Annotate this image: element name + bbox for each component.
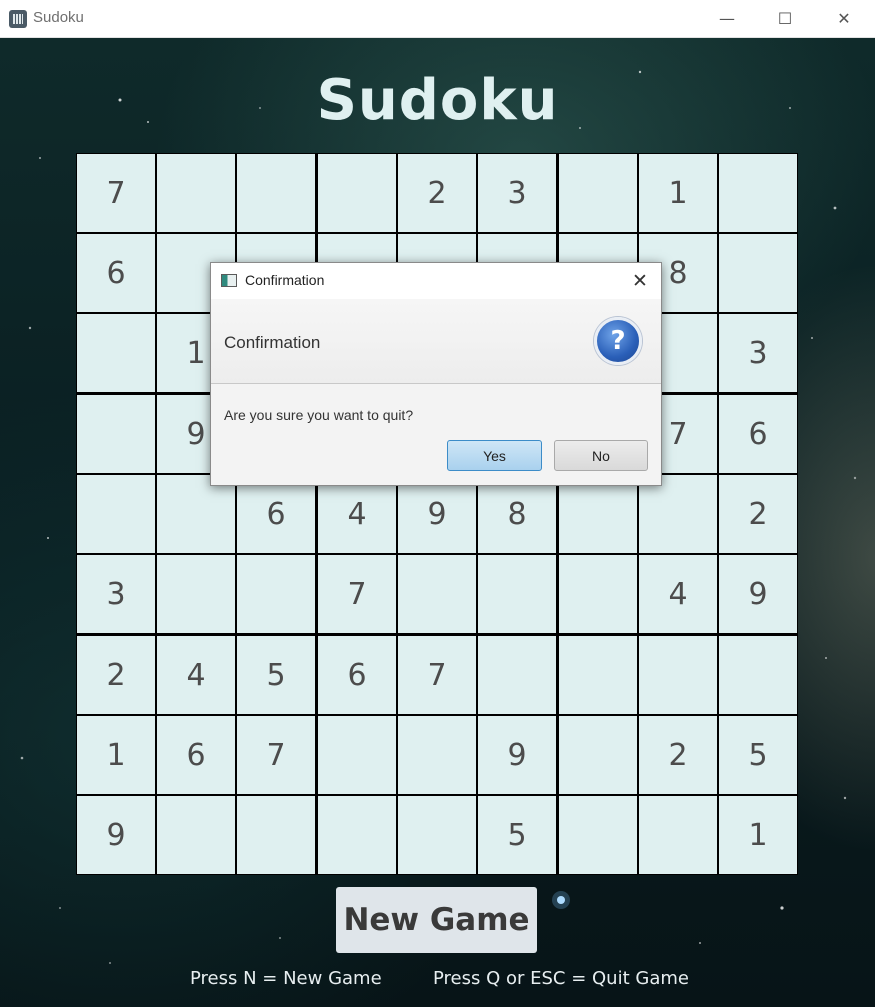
sudoku-cell[interactable] (478, 636, 556, 714)
sudoku-cell[interactable] (559, 716, 637, 794)
sudoku-cell[interactable] (559, 636, 637, 714)
sudoku-cell[interactable]: 5 (719, 716, 797, 794)
sudoku-cell[interactable] (237, 154, 315, 232)
yes-button[interactable]: Yes (447, 440, 542, 471)
no-button[interactable]: No (554, 440, 648, 471)
sudoku-cell[interactable]: 8 (478, 475, 556, 553)
sudoku-cell[interactable]: 7 (77, 154, 155, 232)
sudoku-cell[interactable] (77, 314, 155, 392)
quit-game-hint: Press Q or ESC = Quit Game (433, 968, 689, 989)
sudoku-cell[interactable] (157, 555, 235, 633)
sudoku-cell[interactable] (318, 716, 396, 794)
maximize-button[interactable]: ☐ (756, 0, 814, 37)
sudoku-cell[interactable] (719, 636, 797, 714)
sudoku-cell[interactable]: 2 (639, 716, 717, 794)
sudoku-cell[interactable] (398, 716, 476, 794)
app-icon (9, 10, 27, 28)
sudoku-cell[interactable]: 5 (237, 636, 315, 714)
window-title: Sudoku (33, 9, 84, 26)
sudoku-cell[interactable] (318, 154, 396, 232)
sudoku-cell[interactable]: 1 (77, 716, 155, 794)
sudoku-cell[interactable] (157, 154, 235, 232)
close-button[interactable]: ✕ (815, 0, 873, 37)
sudoku-cell[interactable] (157, 475, 235, 553)
sudoku-cell[interactable]: 1 (719, 796, 797, 874)
sudoku-cell[interactable] (559, 796, 637, 874)
dialog-header: Confirmation ? (211, 299, 661, 384)
sudoku-cell[interactable] (639, 475, 717, 553)
sudoku-cell[interactable]: 9 (77, 796, 155, 874)
sudoku-cell[interactable]: 2 (719, 475, 797, 553)
sudoku-cell[interactable]: 9 (719, 555, 797, 633)
sudoku-cell[interactable]: 2 (398, 154, 476, 232)
sudoku-cell[interactable]: 1 (639, 154, 717, 232)
window-titlebar: Sudoku — ☐ ✕ (0, 0, 875, 38)
sudoku-cell[interactable]: 7 (318, 555, 396, 633)
sudoku-cell[interactable]: 4 (157, 636, 235, 714)
sudoku-cell[interactable] (318, 796, 396, 874)
game-area: Sudoku 723168139766498237492456716792595… (0, 38, 875, 1007)
sudoku-cell[interactable]: 4 (318, 475, 396, 553)
sudoku-cell[interactable]: 7 (237, 716, 315, 794)
dialog-titlebar: Confirmation ✕ (211, 263, 661, 299)
sudoku-cell[interactable] (719, 154, 797, 232)
sudoku-cell[interactable] (77, 395, 155, 473)
dialog-title: Confirmation (245, 272, 325, 288)
dialog-header-text: Confirmation (224, 333, 321, 352)
sudoku-cell[interactable]: 6 (157, 716, 235, 794)
sudoku-cell[interactable]: 6 (77, 234, 155, 312)
sudoku-cell[interactable]: 9 (398, 475, 476, 553)
new-game-button[interactable]: New Game (336, 887, 537, 953)
sudoku-cell[interactable] (559, 475, 637, 553)
sudoku-cell[interactable]: 3 (719, 314, 797, 392)
dialog-close-button[interactable]: ✕ (627, 268, 653, 294)
sudoku-cell[interactable] (398, 555, 476, 633)
sudoku-cell[interactable] (639, 796, 717, 874)
sudoku-cell[interactable]: 5 (478, 796, 556, 874)
minimize-button[interactable]: — (698, 0, 756, 37)
sudoku-cell[interactable] (478, 555, 556, 633)
question-icon: ? (594, 317, 642, 365)
sudoku-cell[interactable]: 6 (237, 475, 315, 553)
dialog-window-icon (221, 274, 237, 287)
sudoku-cell[interactable] (237, 555, 315, 633)
confirmation-dialog: Confirmation ✕ Confirmation ? Are you su… (210, 262, 662, 486)
sudoku-cell[interactable] (639, 636, 717, 714)
sudoku-cell[interactable] (559, 154, 637, 232)
sudoku-cell[interactable]: 3 (77, 555, 155, 633)
dialog-message: Are you sure you want to quit? (224, 407, 414, 423)
sudoku-cell[interactable]: 4 (639, 555, 717, 633)
sudoku-cell[interactable]: 7 (398, 636, 476, 714)
sudoku-cell[interactable]: 2 (77, 636, 155, 714)
sudoku-cell[interactable] (157, 796, 235, 874)
game-title: Sudoku (316, 68, 559, 133)
sudoku-cell[interactable] (398, 796, 476, 874)
sudoku-cell[interactable]: 9 (478, 716, 556, 794)
sudoku-cell[interactable]: 3 (478, 154, 556, 232)
sudoku-cell[interactable]: 6 (719, 395, 797, 473)
sudoku-cell[interactable] (719, 234, 797, 312)
new-game-hint: Press N = New Game (190, 968, 382, 989)
sudoku-cell[interactable]: 6 (318, 636, 396, 714)
sudoku-cell[interactable] (77, 475, 155, 553)
sudoku-cell[interactable] (237, 796, 315, 874)
sudoku-cell[interactable] (559, 555, 637, 633)
